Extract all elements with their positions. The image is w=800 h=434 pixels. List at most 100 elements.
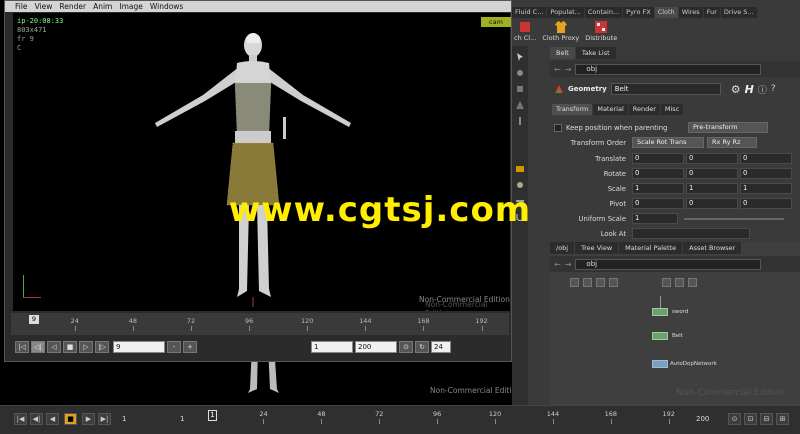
light-tool-icon[interactable] — [515, 180, 525, 190]
frame-field[interactable]: 9 — [113, 341, 165, 353]
look-at-label: Look At — [600, 229, 626, 238]
param-path-field[interactable]: obj — [575, 63, 762, 75]
subtab-render[interactable]: Render — [628, 104, 660, 115]
stop-button[interactable]: ■ — [63, 341, 77, 353]
info-icon[interactable]: ⓘ — [758, 83, 767, 96]
step-back-button[interactable]: ◁| — [31, 341, 45, 353]
camera-tool-icon[interactable] — [515, 164, 525, 174]
menu-image[interactable]: Image — [119, 2, 143, 11]
info-time: ip-20:08:33 — [17, 17, 64, 25]
menu-render[interactable]: Render — [59, 2, 86, 11]
tab-material-palette[interactable]: Material Palette — [619, 242, 683, 254]
rotation-order-menu[interactable]: Rx Ry Rz — [707, 137, 757, 148]
rotate-y-field[interactable]: 0 — [686, 168, 738, 179]
menu-file[interactable]: File — [15, 2, 28, 11]
jump-start-button[interactable]: |◁ — [15, 341, 29, 353]
subtab-transform[interactable]: Transform — [552, 104, 593, 115]
net-tool-3-icon[interactable] — [596, 277, 605, 287]
keep-position-checkbox[interactable] — [554, 123, 562, 132]
key-add-icon[interactable]: ⊡ — [744, 413, 757, 425]
menu-windows[interactable]: Windows — [150, 2, 183, 11]
shelf-tab-wires[interactable]: Wires — [678, 7, 703, 18]
shelf-tool-cloth-proxy[interactable]: Cloth Proxy — [542, 18, 579, 46]
flipbook-timeline[interactable]: 9 24 48 72 96 120 144 168 192 — [11, 313, 509, 335]
flipbook-window[interactable]: File View Render Anim Image Windows ip-2… — [4, 0, 512, 362]
wrench-icon[interactable] — [515, 116, 525, 126]
shelf-tab-pyro[interactable]: Pyro FX — [623, 7, 654, 18]
shelf-tab-fur[interactable]: Fur — [703, 7, 720, 18]
forward-arrow-icon[interactable]: → — [565, 65, 572, 74]
tab-asset-browser[interactable]: Asset Browser — [683, 242, 742, 254]
frame-increment-button[interactable]: + — [183, 341, 197, 353]
network-pane: /obj Tree View Material Palette Asset Br… — [550, 242, 800, 405]
main-jump-start-button[interactable]: |◀ — [14, 413, 27, 425]
shelf-tab-drive[interactable]: Drive S... — [720, 7, 757, 18]
net-tool-6-icon[interactable] — [675, 277, 684, 287]
net-tool-5-icon[interactable] — [662, 277, 671, 287]
net-back-arrow-icon[interactable]: ← — [554, 260, 561, 269]
back-arrow-icon[interactable]: ← — [554, 65, 561, 74]
loop-toggle-icon[interactable]: ↻ — [415, 341, 429, 353]
main-current-frame[interactable]: 1 — [122, 413, 126, 425]
pose-tool-icon[interactable] — [515, 100, 525, 110]
realtime-toggle-icon[interactable]: ⊙ — [399, 341, 413, 353]
translate-z-field[interactable]: 0 — [740, 153, 792, 164]
transform-order-menu[interactable]: Scale Rot Trans — [632, 137, 704, 148]
play-button[interactable]: ▷ — [79, 341, 93, 353]
main-frame-marker[interactable]: 1 — [208, 410, 217, 421]
start-frame-field[interactable]: 1 — [311, 341, 353, 353]
main-play-button[interactable]: ▶ — [82, 413, 95, 425]
gear-icon[interactable]: ⚙ — [731, 83, 741, 96]
tab-tree-view[interactable]: Tree View — [575, 242, 619, 254]
tab-take-list[interactable]: Take List — [575, 47, 616, 59]
subtab-misc[interactable]: Misc — [660, 104, 684, 115]
subtab-material[interactable]: Material — [593, 104, 628, 115]
menu-view[interactable]: View — [35, 2, 53, 11]
view-tool-icon[interactable] — [515, 68, 525, 78]
frame-decrement-button[interactable]: - — [167, 341, 181, 353]
end-frame-field[interactable]: 200 — [355, 341, 397, 353]
translate-x-field[interactable]: 0 — [632, 153, 684, 164]
main-stop-button[interactable]: ■ — [64, 413, 77, 425]
shelf-tool-cloth[interactable]: ch Cl... — [514, 18, 536, 46]
network-path-field[interactable]: obj — [575, 258, 762, 270]
handle-tool-icon[interactable] — [515, 84, 525, 94]
node-autodopnetwork[interactable] — [652, 360, 668, 368]
select-tool-icon[interactable] — [515, 52, 525, 62]
shelf-tab-populate[interactable]: Populat... — [547, 7, 584, 18]
help-h-icon[interactable]: H — [745, 83, 754, 96]
node-belt[interactable] — [652, 332, 668, 340]
play-reverse-button[interactable]: ◁ — [47, 341, 61, 353]
main-jump-end-button[interactable]: ▶| — [98, 413, 111, 425]
rotate-z-field[interactable]: 0 — [740, 168, 792, 179]
main-play-reverse-button[interactable]: ◀ — [46, 413, 59, 425]
node-sword[interactable] — [652, 308, 668, 316]
main-timeline-ticks[interactable]: 1 24 48 72 96 120 144 168 192 — [208, 410, 688, 428]
key-channel-icon[interactable]: ⊞ — [776, 413, 789, 425]
shelf-tab-fluid[interactable]: Fluid C... — [512, 7, 547, 18]
main-step-back-button[interactable]: ◀| — [30, 413, 43, 425]
node-name-field[interactable]: Belt — [610, 83, 721, 95]
net-tool-1-icon[interactable] — [570, 277, 579, 287]
shelf-tab-container[interactable]: Contain... — [584, 7, 623, 18]
rotate-x-field[interactable]: 0 — [632, 168, 684, 179]
main-end-frame[interactable]: 200 — [696, 413, 709, 425]
step-forward-button[interactable]: |▷ — [95, 341, 109, 353]
keep-position-menu[interactable]: Pre-transform — [688, 122, 768, 133]
net-tool-4-icon[interactable] — [609, 277, 618, 287]
menu-anim[interactable]: Anim — [93, 2, 112, 11]
translate-y-field[interactable]: 0 — [686, 153, 738, 164]
main-start-frame[interactable]: 1 — [180, 413, 184, 425]
fps-field[interactable]: 24 — [431, 341, 451, 353]
camera-button[interactable]: cam — [481, 17, 511, 27]
net-tool-2-icon[interactable] — [583, 277, 592, 287]
shelf-tool-distribute[interactable]: Distribute — [585, 18, 617, 46]
key-tool-icon[interactable]: ⊙ — [728, 413, 741, 425]
key-delete-icon[interactable]: ⊟ — [760, 413, 773, 425]
tab-obj[interactable]: /obj — [550, 242, 575, 254]
tab-belt[interactable]: Belt — [550, 47, 575, 59]
net-forward-arrow-icon[interactable]: → — [565, 260, 572, 269]
net-tool-7-icon[interactable] — [688, 277, 697, 287]
help-icon[interactable]: ? — [771, 84, 776, 94]
shelf-tab-cloth[interactable]: Cloth — [654, 7, 678, 18]
